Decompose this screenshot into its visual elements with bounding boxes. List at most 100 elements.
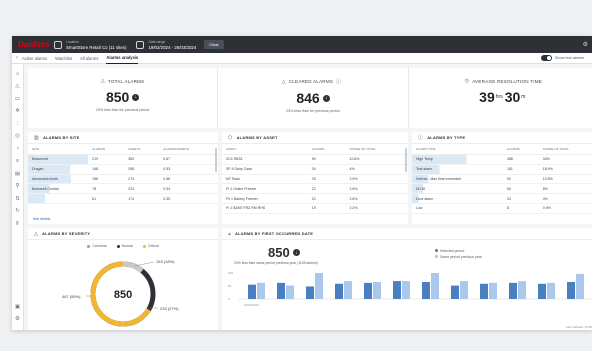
table-row[interactable]: 61 174 0.35 [28,193,218,204]
danfoss-logo[interactable]: Danfoss [18,40,50,49]
refresh-icon[interactable]: ↻ [15,208,20,214]
table-row[interactable]: Fr 1 BAKE FRZ RM RHS 19 2.2% [222,203,408,214]
temperature-icon[interactable]: ◔ [16,146,19,152]
column-header[interactable]: ALARM TYPE [412,144,504,155]
location-selector[interactable]: Location SmartStore Retail Co (11 sites) [54,36,126,53]
cell: Fr 1 BAKE FRZ RM RHS [222,203,308,214]
monitor-icon[interactable]: ▭ [15,96,20,102]
bar-selected-period[interactable] [248,284,256,299]
bar-previous-year[interactable] [431,273,439,299]
table-row[interactable]: Test alarm 181 18.9% [412,164,592,175]
cell: Bramwell Central [28,183,89,195]
tab-alarms-analysis[interactable]: Alarms analysis [106,52,139,64]
pin-icon[interactable]: ⚲ [15,183,19,189]
cell: 90 [307,154,346,165]
arrow-down-icon: ↓ [292,249,300,256]
bar-previous-year[interactable] [547,282,555,299]
table-row[interactable]: Dragan 148 298 0.53 [28,164,218,175]
bar-selected-period[interactable] [509,282,517,299]
clear-button[interactable]: Clear [204,40,224,49]
table-row[interactable]: Bramwell Central 78 223 0.34 [28,183,218,195]
table-row[interactable]: Low 8 0.9% [412,203,592,214]
gear-icon[interactable]: ⚙ [583,41,588,48]
column-header[interactable]: ALARMS/ASSETS [159,144,218,155]
kpi-hours-unit: hrs [495,94,503,100]
scrollbar[interactable] [215,148,217,172]
bar-previous-year[interactable] [518,281,526,299]
bar-selected-period[interactable] [567,281,575,299]
bar-previous-year[interactable] [373,281,381,299]
bar-selected-period[interactable] [393,281,401,299]
cell: ZC4 RBS1 [222,154,308,165]
bar-previous-year[interactable] [460,281,468,299]
bar-selected-period[interactable] [451,285,459,299]
cog-icon[interactable]: ⚙ [15,316,20,322]
show-test-alarms-toggle[interactable]: Show test alarms [540,55,584,61]
column-header[interactable]: SHARE OF TOTAL [345,144,408,155]
bar-selected-period[interactable] [335,283,343,299]
info-icon[interactable]: ⓘ [336,78,341,85]
scrollbar[interactable] [405,148,407,172]
column-header[interactable]: ASSETS [124,144,160,155]
column-header[interactable]: ALARMS [307,144,346,155]
bar-previous-year[interactable] [402,281,410,299]
table-row[interactable]: Fh 1 Bakery Freezer 22 2.6% [222,193,408,204]
bar-selected-period[interactable] [306,286,314,299]
bell-icon[interactable]: △ [15,83,19,89]
flow-icon[interactable]: ⇅ [15,196,20,202]
bar-previous-year[interactable] [315,273,323,299]
bar-selected-period[interactable] [480,283,488,299]
column-header[interactable]: ALARMS [88,144,125,155]
energy-icon[interactable]: ◎ [15,133,20,139]
table-row[interactable]: MT Rack 25 2.9% [222,174,408,185]
see-details-link[interactable]: See details [33,217,50,221]
table-row[interactable]: Di:Off 60 8% [412,183,592,195]
bar-previous-year[interactable] [257,282,265,299]
column-header[interactable]: ALARMS [503,144,539,155]
tab-watchlist[interactable]: Watchlist [55,53,72,64]
table-row[interactable]: Alexandria North 158 274 0.58 [28,174,218,185]
cell: 34% [538,154,592,165]
analytics-icon[interactable]: ⫪ [16,221,19,227]
lock-icon[interactable]: ▣ [15,304,20,310]
bar-previous-year[interactable] [489,282,497,299]
table-row[interactable]: Beaumont 219 350 0.67 [28,154,218,165]
cell: Low [412,203,504,214]
table-row[interactable]: Fr 1 Online Freezer 22 2.6% [222,183,408,195]
tab-all-alarms[interactable]: All alarms [80,53,98,64]
cell: 223 [124,183,160,195]
bar-selected-period[interactable] [538,283,546,299]
table-row[interactable]: Door alarm 34 4% [412,193,592,204]
tab-active-alarms[interactable]: Active alarms [22,53,47,64]
date-range-selector[interactable]: Date range 19/02/2024 - 26/03/2024 [136,36,196,53]
home-icon[interactable]: ⌂ [16,71,19,77]
panel-alarms-by-site: ▥ ALARMS BY SITE SITE ALARMS ASSETS ALARM… [28,132,218,224]
bar-selected-period[interactable] [364,282,372,299]
bar-selected-period[interactable] [422,281,430,299]
column-header[interactable]: SHARE OF TOTAL [538,144,592,155]
bar-previous-year[interactable] [576,273,584,299]
panel-alarms-by-date: ⫨ ALARMS BY FIRST OCCURRED DATE 850 ↓ 23% … [222,228,592,330]
settings-icon[interactable]: ✲ [15,108,20,114]
panel-title: ALARMS BY ASSET [236,135,278,140]
bar-previous-year[interactable] [286,285,294,299]
table-row[interactable]: ZC4 RBS1 90 10.6% [222,154,408,165]
bar-previous-year[interactable] [344,281,352,299]
cell: 18.9% [538,164,592,175]
cell: 34 [503,193,539,204]
cell: 298 [124,164,160,175]
cell: 0.9% [538,203,592,214]
chevron-left-icon[interactable]: ‹ [12,55,22,61]
report-icon[interactable]: ▤ [15,171,20,177]
table-row[interactable]: SP 4 Dairy Case 34 4% [222,164,408,175]
bar-selected-period[interactable] [277,282,285,299]
building-icon: ▥ [34,134,39,141]
table-row[interactable]: Defrost - Max time exceeded 90 10.8% [412,174,592,185]
list-icon[interactable]: ≡ [16,158,19,164]
column-header[interactable]: ASSET [222,144,308,155]
chart-icon[interactable]: ⫶ [17,121,18,127]
table-row[interactable]: High Temp 488 34% [412,154,592,165]
toggle-switch[interactable] [540,55,552,61]
column-header[interactable]: SITE [28,144,89,155]
cell: 90 [503,174,539,185]
